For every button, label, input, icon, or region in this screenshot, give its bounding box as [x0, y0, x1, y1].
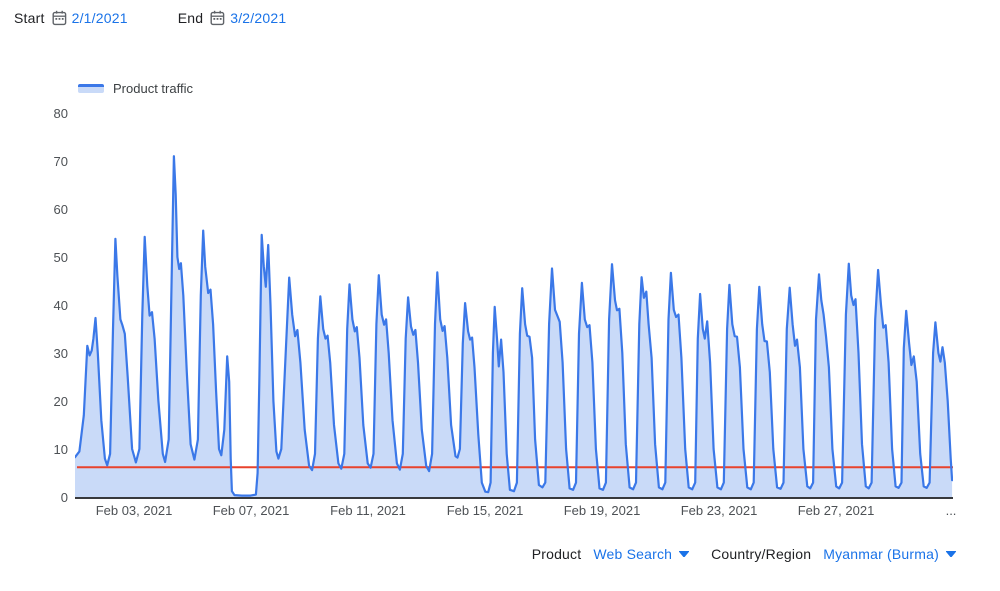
x-tick-label: ... [946, 503, 957, 518]
product-dropdown-value: Web Search [593, 546, 672, 562]
x-tick-label: Feb 23, 2021 [681, 503, 758, 518]
y-tick-label: 10 [28, 442, 68, 457]
legend: Product traffic [78, 81, 193, 96]
product-label: Product [532, 546, 582, 562]
product-dropdown[interactable]: Web Search [593, 546, 689, 562]
x-axis-labels: Feb 03, 2021 Feb 07, 2021 Feb 11, 2021 Feb … [75, 503, 953, 521]
x-tick-label: Feb 19, 2021 [564, 503, 641, 518]
region-label: Country/Region [711, 546, 811, 562]
x-tick-label: Feb 03, 2021 [96, 503, 173, 518]
calendar-icon [210, 10, 225, 26]
x-tick-label: Feb 11, 2021 [330, 503, 406, 518]
x-tick-label: Feb 15, 2021 [447, 503, 524, 518]
transparency-report-traffic-panel: Start 2/1/2021 End [0, 0, 1000, 591]
traffic-area-fill [75, 156, 952, 497]
region-dropdown-value: Myanmar (Burma) [823, 546, 939, 562]
end-date-link[interactable]: 3/2/2021 [230, 10, 286, 26]
x-tick-label: Feb 07, 2021 [213, 503, 290, 518]
date-range-controls: Start 2/1/2021 End [14, 9, 286, 27]
traffic-area-chart [75, 113, 953, 497]
region-dropdown[interactable]: Myanmar (Burma) [823, 546, 956, 562]
y-tick-label: 0 [28, 490, 68, 505]
start-label: Start [14, 10, 45, 26]
y-tick-label: 50 [28, 250, 68, 265]
end-label: End [178, 10, 204, 26]
y-tick-label: 30 [28, 346, 68, 361]
y-tick-label: 80 [28, 106, 68, 121]
chart-plot-area[interactable] [75, 113, 953, 499]
y-tick-label: 70 [28, 154, 68, 169]
chevron-down-icon [679, 551, 689, 557]
x-tick-label: Feb 27, 2021 [798, 503, 875, 518]
y-axis-labels: 01020304050607080 [28, 113, 68, 497]
y-tick-label: 60 [28, 202, 68, 217]
calendar-icon [52, 10, 67, 26]
y-tick-label: 40 [28, 298, 68, 313]
chevron-down-icon [946, 551, 956, 557]
y-tick-label: 20 [28, 394, 68, 409]
filter-controls: Product Web Search Country/Region Myanma… [532, 545, 956, 563]
start-date-link[interactable]: 2/1/2021 [72, 10, 128, 26]
legend-swatch-icon [78, 84, 104, 93]
legend-label: Product traffic [113, 81, 193, 96]
